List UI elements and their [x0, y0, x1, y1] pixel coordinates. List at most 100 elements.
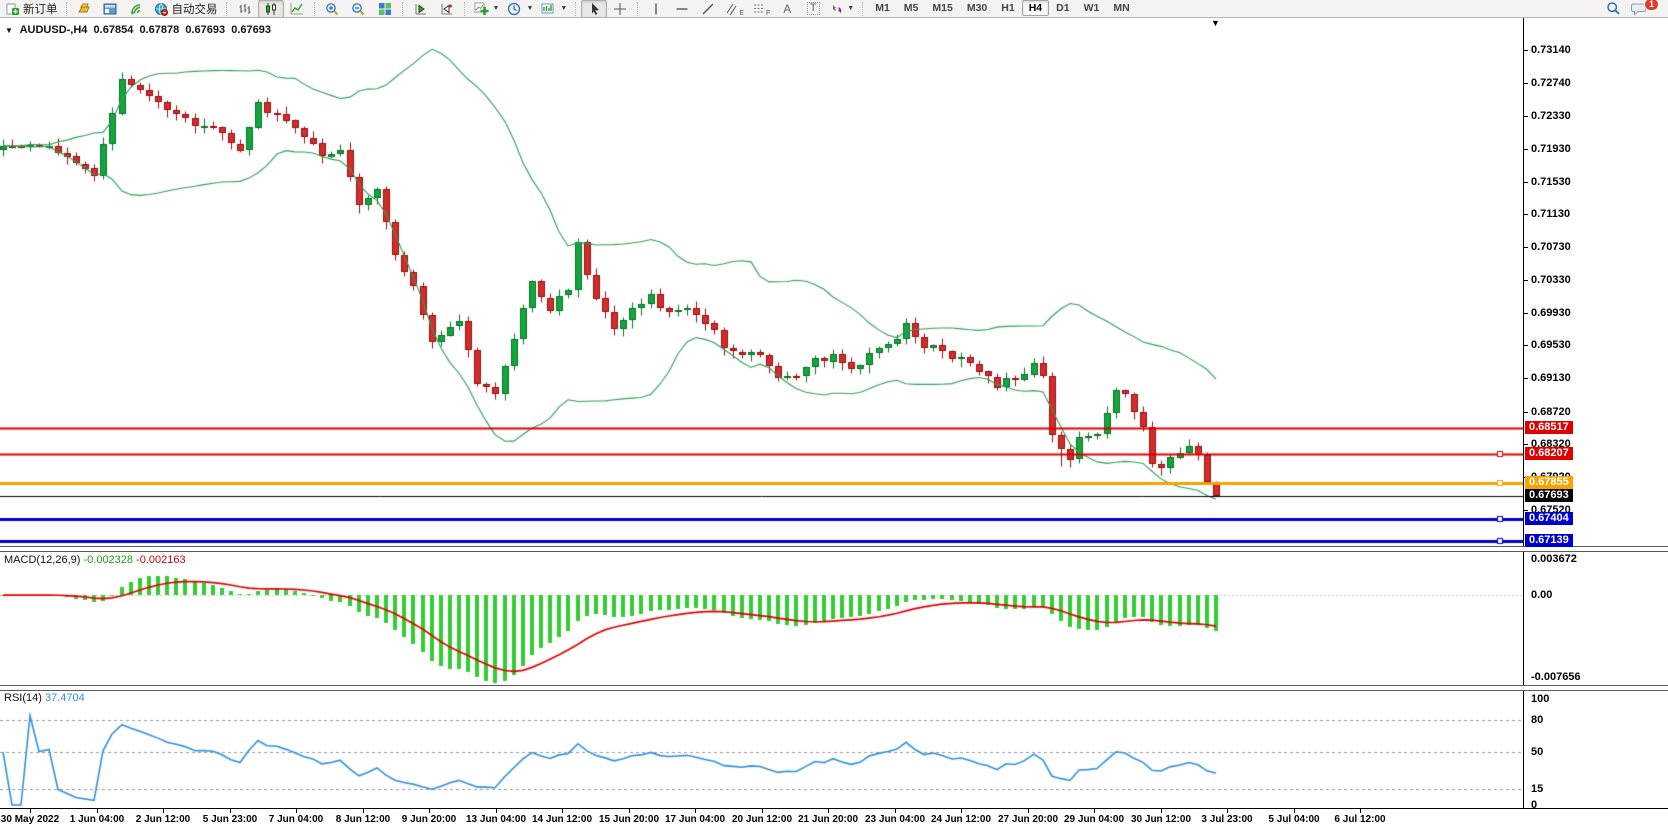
toolbar: 新订单 自动交易 — [0, 0, 1668, 18]
time-tick-label: 2 Jun 12:00 — [136, 814, 190, 824]
toolbar-separator — [66, 2, 68, 16]
periods-button[interactable]: ▼ — [503, 0, 537, 18]
price-tick-label: 0.69530 — [1531, 339, 1571, 352]
chat-button[interactable]: 1 — [1626, 0, 1652, 18]
zoom-in-button[interactable] — [320, 0, 346, 18]
candlestick-chart-canvas[interactable] — [0, 18, 1523, 546]
bid-price-line-price-label[interactable]: 0.67693 — [1525, 489, 1573, 502]
timeframe-button-w1[interactable]: W1 — [1077, 0, 1107, 16]
timeframe-button-m30[interactable]: M30 — [960, 0, 994, 16]
auto-scroll-button[interactable] — [408, 0, 434, 18]
price-tick-label: 0.72740 — [1531, 77, 1571, 90]
macd-chart-canvas[interactable] — [0, 552, 1523, 685]
price-tick — [1524, 313, 1528, 314]
macd-signal-value: -0.002163 — [136, 554, 186, 566]
time-tick-label: 9 Jun 20:00 — [402, 814, 456, 824]
price-tick — [1524, 149, 1528, 150]
pivot-line-price-label[interactable]: 0.67855 — [1525, 476, 1573, 489]
price-tick-label: 0.69930 — [1531, 307, 1571, 320]
price-tick-label: 0.69130 — [1531, 372, 1571, 385]
text-tool-label: A — [783, 2, 791, 16]
collapse-arrow-icon[interactable]: ▼ — [5, 26, 13, 35]
search-button[interactable] — [1600, 0, 1626, 18]
line-chart-button[interactable] — [284, 0, 310, 18]
text-tool-button[interactable]: A — [774, 0, 800, 18]
price-tick — [1524, 83, 1528, 84]
ohlc-open: 0.67854 — [94, 24, 134, 36]
time-tick — [97, 809, 98, 813]
templates-button[interactable]: ▼ — [537, 0, 571, 18]
timeframe-button-m1[interactable]: M1 — [868, 0, 897, 16]
time-tick — [296, 809, 297, 813]
dropdown-caret-icon: ▼ — [847, 5, 854, 12]
time-tick — [1360, 809, 1361, 813]
price-tick — [1524, 182, 1528, 183]
charts-window-button[interactable] — [98, 0, 124, 18]
label-tool-label: T — [807, 2, 820, 15]
globe-icon — [154, 2, 169, 16]
zoom-out-button[interactable] — [346, 0, 372, 18]
cursor-icon — [588, 2, 601, 16]
time-tick-label: 24 Jun 12:00 — [931, 814, 991, 824]
vertical-line-tool-button[interactable] — [643, 0, 669, 18]
fibonacci-icon — [752, 2, 765, 16]
macd-pane: MACD(12,26,9) -0.002328 -0.002163 0.0036… — [0, 552, 1668, 685]
time-tick-label: 14 Jun 12:00 — [532, 814, 592, 824]
chart-shift-button[interactable] — [434, 0, 460, 18]
resistance-line-2-price-label[interactable]: 0.68207 — [1525, 447, 1573, 460]
macd-main-value: -0.002328 — [83, 554, 133, 566]
arrows-tool-button[interactable]: ▼ — [826, 0, 858, 18]
time-tick-label: 21 Jun 20:00 — [798, 814, 858, 824]
price-tick-label: 0.70330 — [1531, 274, 1571, 287]
auto-trading-button[interactable]: 自动交易 — [150, 0, 222, 18]
chart-shift-marker-icon[interactable]: ▼ — [1211, 18, 1220, 28]
toolbar-separator — [314, 2, 316, 16]
time-tick — [496, 809, 497, 813]
resistance-line-1-price-label[interactable]: 0.68517 — [1525, 421, 1573, 434]
fibonacci-tool-button[interactable]: F — [748, 0, 774, 18]
rsi-chart-canvas[interactable] — [0, 691, 1523, 808]
auto-scroll-icon — [414, 2, 428, 16]
support-line-2-price-label[interactable]: 0.67139 — [1525, 534, 1573, 547]
time-tick-label: 8 Jun 12:00 — [336, 814, 390, 824]
time-tick-label: 27 Jun 20:00 — [998, 814, 1058, 824]
trading-terminal-window: 新订单 自动交易 — [0, 0, 1668, 824]
time-tick — [363, 809, 364, 813]
support-line-1-price-label[interactable]: 0.67404 — [1525, 512, 1573, 525]
signal-waves-icon — [129, 2, 144, 16]
timeframe-button-mn[interactable]: MN — [1106, 0, 1136, 16]
timeframe-button-h4[interactable]: H4 — [1022, 0, 1049, 16]
timeframe-group: M1M5M15M30H1H4D1W1MN — [868, 2, 1136, 15]
time-tick — [1028, 809, 1029, 813]
price-tick — [1524, 345, 1528, 346]
candlestick-chart-button[interactable] — [258, 0, 284, 18]
horizontal-line-tool-button[interactable] — [669, 0, 695, 18]
equidistant-channel-tool-button[interactable]: E — [721, 0, 748, 18]
timeframe-button-m15[interactable]: M15 — [925, 0, 959, 16]
time-tick — [562, 809, 563, 813]
time-tick — [762, 809, 763, 813]
dropdown-caret-icon: ▼ — [560, 5, 567, 12]
rsi-label: RSI(14) 37.4704 — [4, 692, 85, 704]
chart-shift-icon — [440, 2, 454, 16]
timeframe-button-m5[interactable]: M5 — [897, 0, 926, 16]
trendline-tool-button[interactable] — [695, 0, 721, 18]
time-tick-label: 1 Jun 04:00 — [70, 814, 124, 824]
bar-chart-button[interactable] — [232, 0, 258, 18]
timeframe-button-d1[interactable]: D1 — [1049, 0, 1076, 16]
market-button[interactable] — [72, 0, 98, 18]
indicators-button[interactable]: ▼ — [470, 0, 504, 18]
crosshair-button[interactable] — [607, 0, 633, 18]
macd-axis-zero: 0.00 — [1531, 589, 1552, 602]
time-axis[interactable]: 30 May 20221 Jun 04:002 Jun 12:005 Jun 2… — [0, 808, 1668, 824]
text-label-tool-button[interactable]: T — [800, 0, 826, 18]
cursor-button[interactable] — [581, 0, 607, 18]
signals-button[interactable] — [124, 0, 150, 18]
rsi-name: RSI(14) — [4, 692, 42, 704]
tile-windows-button[interactable] — [372, 0, 398, 18]
new-order-button[interactable]: 新订单 — [2, 0, 62, 18]
timeframe-button-h1[interactable]: H1 — [994, 0, 1021, 16]
time-tick-label: 29 Jun 04:00 — [1064, 814, 1124, 824]
chart-title: ▼ AUDUSD-,H4 0.67854 0.67878 0.67693 0.6… — [5, 24, 271, 36]
ohlc-bars-icon — [238, 2, 252, 16]
